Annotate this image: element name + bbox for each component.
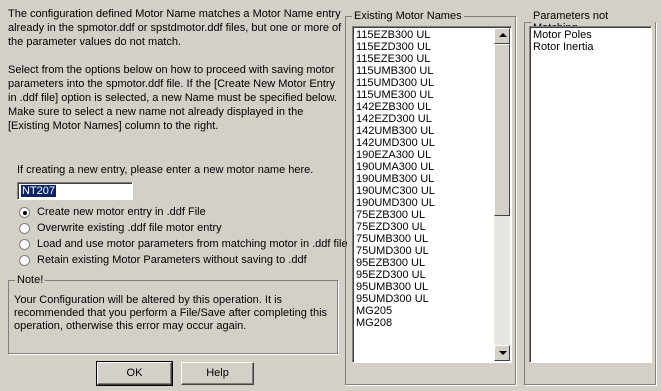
option-retain[interactable]: Retain existing Motor Parameters without… xyxy=(19,253,307,267)
option-create-new-label: Create new motor entry in .ddf File xyxy=(37,206,206,218)
motor-name-item[interactable]: MG205 xyxy=(356,305,435,317)
scroll-up-icon xyxy=(499,33,507,37)
radio-overwrite[interactable] xyxy=(19,222,30,234)
scroll-down-button[interactable] xyxy=(494,345,510,361)
radio-create-new[interactable] xyxy=(19,206,30,218)
motor-name-item[interactable]: 115EZD300 UL xyxy=(356,41,435,53)
motor-name-item[interactable]: 115EZB300 UL xyxy=(356,29,435,41)
motor-name-item[interactable]: 115UMB300 UL xyxy=(356,65,435,77)
scroll-down-icon xyxy=(499,351,507,355)
parameters-not-matching-items: Motor Poles Rotor Inertia xyxy=(533,29,594,53)
radio-retain[interactable] xyxy=(19,254,30,266)
ok-button[interactable]: OK xyxy=(96,361,173,386)
motor-name-item[interactable]: 190UMC300 UL xyxy=(356,185,435,197)
motor-name-item[interactable]: 190EZA300 UL xyxy=(356,149,435,161)
motor-name-item[interactable]: 190UMA300 UL xyxy=(356,161,435,173)
motor-name-item[interactable]: 115UMD300 UL xyxy=(356,77,435,89)
motor-name-item[interactable]: 95UMD300 UL xyxy=(356,293,435,305)
motor-name-item[interactable]: 115UME300 UL xyxy=(356,89,435,101)
motor-name-item[interactable]: MG208 xyxy=(356,317,435,329)
option-load-matching[interactable]: Load and use motor parameters from match… xyxy=(19,237,348,251)
scroll-up-button[interactable] xyxy=(494,28,510,44)
motor-name-item[interactable]: 142EZB300 UL xyxy=(356,101,435,113)
scroll-thumb[interactable] xyxy=(494,44,510,216)
option-load-matching-label: Load and use motor parameters from match… xyxy=(37,238,348,250)
motor-name-item[interactable]: 95EZB300 UL xyxy=(356,257,435,269)
intro-paragraph-2: Select from the options below on how to … xyxy=(8,64,337,132)
option-overwrite-label: Overwrite existing .ddf file motor entry xyxy=(37,222,222,234)
existing-motor-names-list[interactable]: 115EZB300 UL 115EZD300 UL 115EZE300 UL 115U… xyxy=(352,26,512,363)
option-overwrite[interactable]: Overwrite existing .ddf file motor entry xyxy=(19,221,222,235)
motor-name-item[interactable]: 95EZD300 UL xyxy=(356,269,435,281)
note-title: Note! xyxy=(17,274,44,286)
motor-name-item[interactable]: 115EZE300 UL xyxy=(356,53,435,65)
option-create-new[interactable]: Create new motor entry in .ddf File xyxy=(19,205,206,219)
motor-name-item[interactable]: 75EZB300 UL xyxy=(356,209,435,221)
motor-name-item[interactable]: 75EZD300 UL xyxy=(356,221,435,233)
parameter-item[interactable]: Motor Poles xyxy=(533,29,594,41)
parameters-not-matching-list[interactable]: Motor Poles Rotor Inertia xyxy=(529,26,652,363)
motor-name-item[interactable]: 142UMB300 UL xyxy=(356,125,435,137)
radio-load-matching[interactable] xyxy=(19,238,30,250)
existing-motor-names-title: Existing Motor Names xyxy=(354,10,462,22)
motor-name-item[interactable]: 75UMB300 UL xyxy=(356,233,435,245)
new-motor-name-value: NT207 xyxy=(21,185,57,197)
motor-list-scrollbar[interactable] xyxy=(494,28,510,361)
new-motor-name-input[interactable]: NT207 xyxy=(17,182,133,200)
motor-name-item[interactable]: 142UMD300 UL xyxy=(356,137,435,149)
parameter-item[interactable]: Rotor Inertia xyxy=(533,41,594,53)
motor-name-item[interactable]: 142EZD300 UL xyxy=(356,113,435,125)
existing-motor-names-items: 115EZB300 UL 115EZD300 UL 115EZE300 UL 115U… xyxy=(356,29,435,329)
motor-name-item[interactable]: 75UMD300 UL xyxy=(356,245,435,257)
motor-name-item[interactable]: 95UMB300 UL xyxy=(356,281,435,293)
motor-name-item[interactable]: 190UMB300 UL xyxy=(356,173,435,185)
help-button[interactable]: Help xyxy=(181,362,254,385)
note-text: Your Configuration will be altered by th… xyxy=(14,294,328,332)
motor-name-item[interactable]: 190UMD300 UL xyxy=(356,197,435,209)
option-retain-label: Retain existing Motor Parameters without… xyxy=(37,254,307,266)
intro-paragraph-1: The configuration defined Motor Name mat… xyxy=(8,8,342,48)
new-name-prompt: If creating a new entry, please enter a … xyxy=(17,164,314,176)
